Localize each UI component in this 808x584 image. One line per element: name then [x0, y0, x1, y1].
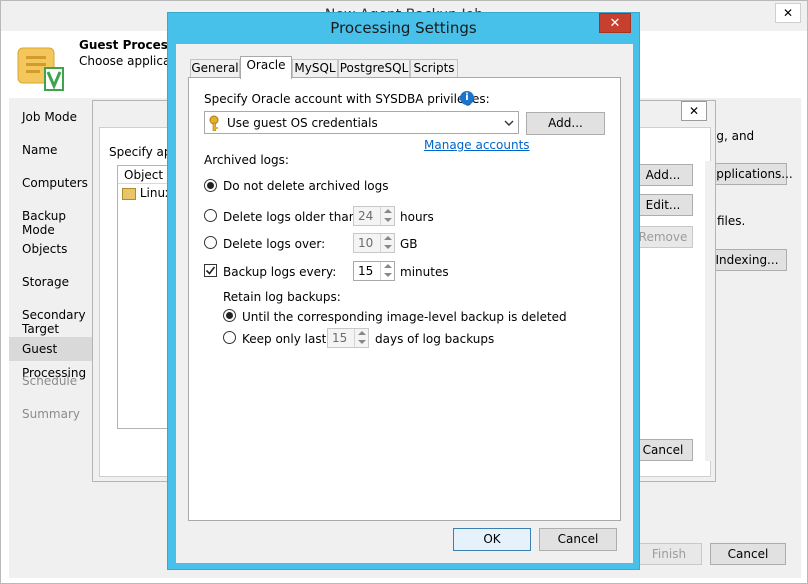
nav-backup-mode[interactable]: Backup Mode	[22, 209, 99, 237]
retain-days-value: 15	[332, 331, 348, 345]
retain-days-stepper: 15	[327, 328, 369, 348]
older-hours-value: 24	[358, 209, 374, 223]
tab-general[interactable]: General	[190, 59, 240, 78]
over-gb-stepper: 10	[353, 233, 395, 253]
oracle-tab-panel: Specify Oracle account with SYSDBA privi…	[188, 77, 621, 521]
tab-postgresql[interactable]: PostgreSQL	[338, 59, 410, 78]
ok-button[interactable]: OK	[453, 528, 531, 551]
backup-logs-checkbox[interactable]	[204, 264, 217, 277]
info-icon[interactable]: i	[460, 91, 474, 105]
check-icon	[205, 266, 216, 275]
dialog-close-button[interactable]: ✕	[599, 13, 631, 33]
processing-settings-dialog: Processing Settings ✕ General Oracle MyS…	[167, 12, 640, 570]
nav-computers[interactable]: Computers	[22, 176, 88, 190]
nav-secondary-target[interactable]: Secondary Target	[22, 308, 99, 336]
delete-over-radio[interactable]	[204, 236, 217, 249]
app-remove-button: Remove	[633, 226, 693, 248]
nav-objects[interactable]: Objects	[22, 242, 67, 256]
app-edit-button[interactable]: Edit...	[633, 194, 693, 216]
nav-guest-processing[interactable]: Guest Processing	[9, 337, 99, 380]
computer-group-icon	[122, 187, 136, 200]
wizard-body-text-2: files.	[717, 214, 746, 228]
cancel-button[interactable]: Cancel	[539, 528, 617, 551]
do-not-delete-label[interactable]: Do not delete archived logs	[223, 179, 389, 193]
retain-keep-radio[interactable]	[223, 331, 236, 344]
list-item[interactable]: Linux	[122, 186, 172, 200]
delete-over-label[interactable]: Delete logs over:	[223, 237, 325, 251]
nav-summary: Summary	[22, 407, 80, 421]
guest-processing-icon	[17, 47, 64, 91]
indexing-button[interactable]: Indexing...	[707, 249, 787, 271]
wizard-steps-nav: Job Mode Name Computers Backup Mode Obje…	[9, 98, 99, 578]
hours-unit: hours	[400, 210, 434, 224]
dialog-title: Processing Settings	[330, 19, 477, 37]
account-value: Use guest OS credentials	[227, 116, 378, 130]
nav-storage[interactable]: Storage	[22, 275, 69, 289]
retain-keep-label[interactable]: Keep only last	[242, 332, 326, 346]
wizard-cancel-button[interactable]: Cancel	[710, 543, 786, 565]
applications-button[interactable]: Applications...	[707, 163, 793, 185]
backup-minutes-stepper[interactable]: 15	[353, 261, 395, 281]
finish-button: Finish	[636, 543, 702, 565]
over-gb-value: 10	[358, 236, 374, 250]
older-hours-stepper: 24	[353, 206, 395, 226]
backup-logs-label[interactable]: Backup logs every:	[223, 265, 336, 279]
delete-older-radio[interactable]	[204, 209, 217, 222]
key-icon	[209, 115, 219, 131]
account-combobox[interactable]: Use guest OS credentials	[204, 111, 519, 134]
nav-name[interactable]: Name	[22, 143, 57, 157]
archived-logs-label: Archived logs:	[204, 153, 289, 167]
tab-scripts[interactable]: Scripts	[410, 59, 458, 78]
chevron-down-icon[interactable]	[504, 118, 514, 128]
add-account-button[interactable]: Add...	[526, 112, 605, 135]
dialog-client: General Oracle MySQL PostgreSQL Scripts …	[176, 44, 633, 563]
retain-until-radio[interactable]	[223, 309, 236, 322]
app-add-button[interactable]: Add...	[633, 164, 693, 186]
manage-accounts-link[interactable]: Manage accounts	[424, 138, 530, 152]
gb-unit: GB	[400, 237, 418, 251]
backup-minutes-value[interactable]: 15	[358, 264, 373, 278]
app-dialog-scrollbar[interactable]	[705, 161, 713, 461]
retain-days-unit: days of log backups	[375, 332, 495, 346]
app-dialog-close-button[interactable]: ✕	[681, 101, 707, 121]
tab-oracle[interactable]: Oracle	[240, 56, 292, 79]
retain-until-label[interactable]: Until the corresponding image-level back…	[242, 310, 567, 324]
retain-label: Retain log backups:	[223, 290, 341, 304]
app-cancel-button[interactable]: Cancel	[633, 439, 693, 461]
minutes-unit: minutes	[400, 265, 449, 279]
do-not-delete-radio[interactable]	[204, 179, 217, 192]
nav-schedule: Schedule	[22, 374, 78, 388]
tab-mysql[interactable]: MySQL	[292, 59, 338, 78]
nav-job-mode[interactable]: Job Mode	[22, 110, 77, 124]
delete-older-label[interactable]: Delete logs older than:	[223, 210, 360, 224]
account-label: Specify Oracle account with SYSDBA privi…	[204, 92, 490, 106]
wizard-close-button[interactable]: ✕	[775, 3, 801, 23]
